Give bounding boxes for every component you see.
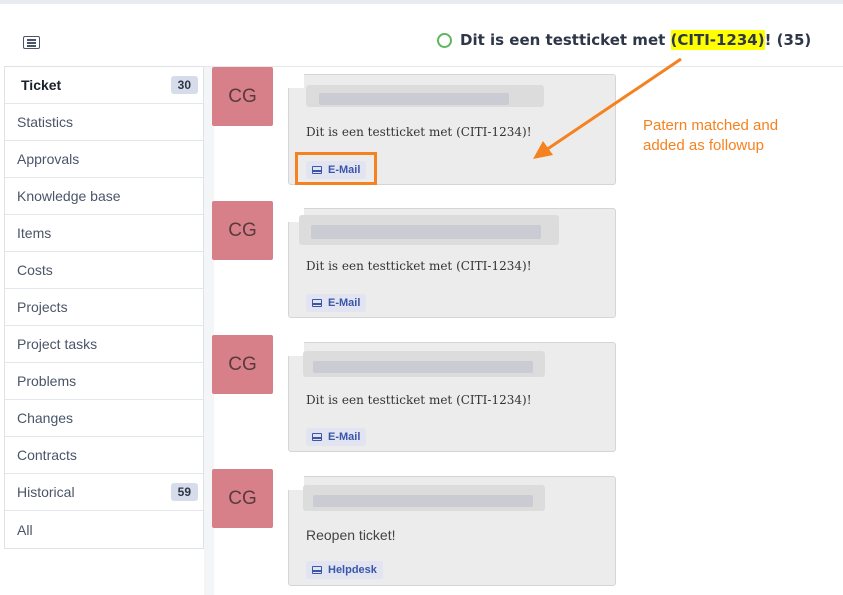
arrow-head [533,141,553,159]
page: Dit is een testticket met (CITI-1234)! (… [0,0,843,595]
arrow-line [545,57,682,152]
annotation-arrow [533,57,682,159]
